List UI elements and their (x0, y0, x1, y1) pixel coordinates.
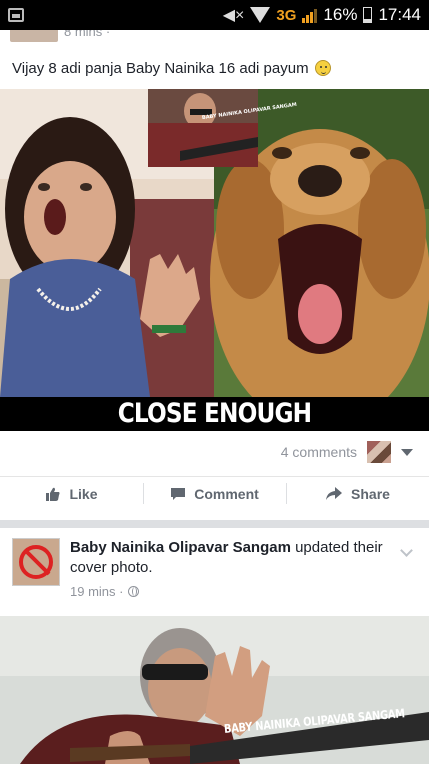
post-time-label: 19 mins · (70, 584, 124, 599)
cover-illustration (0, 616, 429, 764)
chevron-down-icon[interactable] (400, 544, 413, 557)
share-arrow-icon (326, 486, 343, 500)
meme-illustration: BABY NAINIKA OLIPAVAR SANGAM (0, 89, 429, 431)
like-label: Like (69, 485, 98, 502)
battery-percent: 16% (323, 5, 358, 24)
post-header: Baby Nainika Olipavar Sangam updated the… (70, 538, 390, 578)
comment-icon (171, 487, 186, 500)
post-card: 8 mins · Vijay 8 adi panja Baby Nainika … (0, 30, 429, 520)
smiley-icon (314, 60, 331, 76)
status-bar: ◀× 3G 16% 17:44 (0, 0, 429, 30)
gallery-notification-icon (8, 8, 24, 22)
mute-icon: ◀× (222, 7, 245, 24)
battery-icon (363, 7, 373, 23)
share-button[interactable]: Share (286, 477, 429, 510)
post-meta: 8 mins · (10, 30, 110, 44)
comments-count[interactable]: 4 comments (281, 444, 357, 460)
prohibition-icon (19, 545, 53, 579)
comment-button[interactable]: Comment (143, 477, 286, 510)
feed-divider (0, 520, 429, 528)
post-card: Baby Nainika Olipavar Sangam updated the… (0, 528, 429, 764)
meme-caption: CLOSE ENOUGH (117, 398, 312, 429)
page-name-link[interactable]: Baby Nainika Olipavar Sangam (70, 539, 291, 556)
post-time[interactable]: 8 mins · (64, 30, 110, 39)
status-right: ◀× 3G 16% 17:44 (223, 5, 421, 25)
signal-icon (302, 7, 318, 23)
cover-photo[interactable]: BABY NAINIKA OLIPAVAR SANGAM (0, 616, 429, 764)
chevron-down-icon[interactable] (401, 448, 413, 456)
post-time[interactable]: 19 mins · (70, 584, 140, 599)
like-button[interactable]: Like (0, 477, 143, 510)
share-label: Share (351, 485, 390, 502)
avatar[interactable] (10, 30, 58, 42)
post-text: Vijay 8 adi panja Baby Nainika 16 adi pa… (12, 60, 331, 77)
wifi-icon (250, 7, 271, 23)
comments-row: 4 comments (0, 439, 429, 465)
clock: 17:44 (378, 5, 421, 24)
post-text-content: Vijay 8 adi panja Baby Nainika 16 adi pa… (12, 60, 309, 77)
page-avatar[interactable] (12, 538, 60, 586)
network-type: 3G (276, 6, 297, 24)
post-actions: Like Comment Share (0, 476, 429, 510)
thumbs-up-icon (46, 487, 60, 501)
commenter-thumbnail[interactable] (367, 441, 391, 463)
post-image[interactable]: BABY NAINIKA OLIPAVAR SANGAM CLOSE ENOUG… (0, 89, 429, 431)
comment-label: Comment (194, 485, 259, 502)
globe-icon (128, 586, 140, 597)
